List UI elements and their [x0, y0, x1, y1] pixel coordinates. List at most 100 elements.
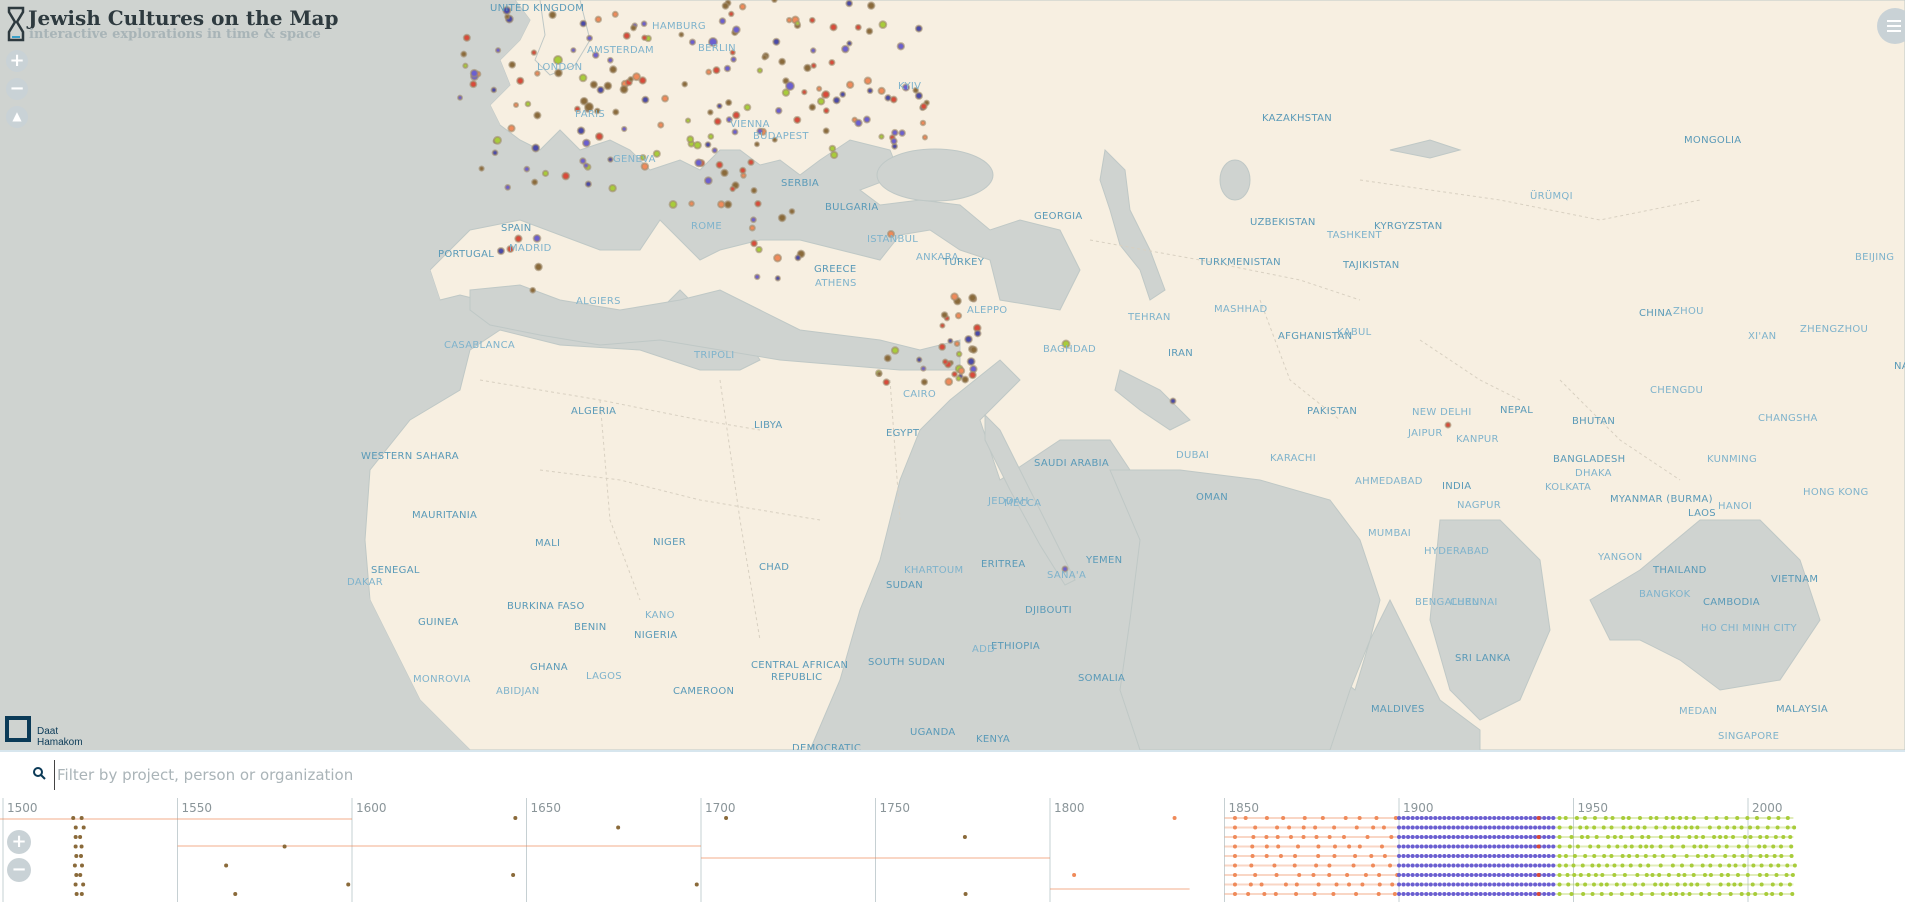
map-marker[interactable]	[966, 357, 976, 366]
timeline-event[interactable]	[1446, 844, 1451, 849]
timeline-event[interactable]	[1428, 835, 1433, 839]
timeline-event[interactable]	[1628, 825, 1633, 830]
timeline-event[interactable]	[1465, 854, 1470, 858]
map-marker[interactable]	[713, 117, 722, 126]
timeline-event[interactable]	[1419, 882, 1424, 887]
timeline-event[interactable]	[1658, 835, 1663, 839]
timeline-event[interactable]	[1487, 816, 1492, 820]
timeline-event[interactable]	[1483, 882, 1488, 887]
timeline-event[interactable]	[1787, 882, 1792, 887]
timeline-event[interactable]	[1410, 873, 1415, 877]
timeline-event[interactable]	[1698, 844, 1703, 849]
timeline-event[interactable]	[1683, 825, 1688, 830]
timeline-event[interactable]	[1755, 825, 1760, 830]
timeline-event[interactable]	[1492, 882, 1497, 887]
timeline-event[interactable]	[1451, 873, 1456, 877]
timeline-span[interactable]	[1556, 883, 1794, 886]
timeline-event[interactable]	[1684, 816, 1689, 820]
timeline-event[interactable]	[1621, 816, 1626, 820]
timeline-event[interactable]	[73, 825, 78, 830]
timeline-event[interactable]	[1332, 825, 1337, 830]
timeline-event[interactable]	[1542, 863, 1547, 868]
timeline-event[interactable]	[81, 825, 86, 830]
map-marker[interactable]	[761, 54, 768, 61]
timeline-event[interactable]	[1433, 835, 1438, 839]
timeline-event[interactable]	[1343, 816, 1348, 820]
map-marker[interactable]	[681, 80, 689, 88]
timeline-event[interactable]	[1492, 892, 1497, 896]
timeline-event[interactable]	[1585, 835, 1590, 839]
map-marker[interactable]	[496, 246, 506, 256]
map-marker[interactable]	[721, 1, 730, 10]
timeline-event[interactable]	[1528, 844, 1533, 849]
timeline-event[interactable]	[1746, 892, 1751, 896]
timeline-event[interactable]	[1253, 825, 1258, 830]
timeline-event[interactable]	[1701, 835, 1706, 839]
timeline-event[interactable]	[1478, 882, 1483, 887]
timeline-event[interactable]	[1557, 844, 1562, 849]
timeline-event[interactable]	[1583, 854, 1588, 858]
timeline-event[interactable]	[1599, 892, 1604, 896]
map-marker[interactable]	[715, 160, 724, 169]
timeline-span[interactable]	[177, 845, 702, 847]
map-marker[interactable]	[955, 350, 963, 358]
timeline-event[interactable]	[1536, 844, 1541, 849]
timeline-event[interactable]	[1397, 863, 1401, 868]
timeline-event[interactable]	[1716, 844, 1721, 849]
timeline-event[interactable]	[1675, 882, 1680, 887]
timeline-event[interactable]	[1745, 816, 1750, 820]
timeline-event[interactable]	[1578, 825, 1583, 830]
timeline-event[interactable]	[1524, 816, 1529, 820]
timeline-event[interactable]	[1478, 863, 1483, 868]
timeline-event[interactable]	[1496, 882, 1501, 887]
timeline-event[interactable]	[1232, 854, 1237, 858]
timeline-event[interactable]	[1542, 835, 1547, 839]
timeline-event[interactable]	[1487, 835, 1492, 839]
timeline-event[interactable]	[1419, 892, 1424, 896]
timeline-event[interactable]	[1397, 816, 1401, 820]
timeline-event[interactable]	[1410, 882, 1415, 887]
timeline-event[interactable]	[1320, 816, 1325, 820]
timeline-event[interactable]	[1586, 873, 1591, 877]
timeline-event[interactable]	[1789, 844, 1794, 849]
map-marker[interactable]	[750, 216, 757, 224]
timeline-event[interactable]	[1546, 882, 1551, 887]
timeline-event[interactable]	[1603, 816, 1608, 820]
timeline-event[interactable]	[1740, 854, 1745, 858]
timeline-event[interactable]	[1243, 816, 1248, 820]
timeline-event[interactable]	[1401, 854, 1406, 858]
map-marker[interactable]	[891, 128, 899, 137]
timeline-event[interactable]	[1646, 863, 1651, 868]
timeline-event[interactable]	[1745, 873, 1750, 877]
timeline-event[interactable]	[1465, 892, 1470, 896]
map-marker[interactable]	[747, 158, 755, 166]
timeline-event[interactable]	[1619, 892, 1624, 896]
map-marker[interactable]	[716, 102, 723, 110]
timeline-event[interactable]	[1354, 825, 1359, 830]
timeline-event[interactable]	[1635, 873, 1640, 877]
timeline-event[interactable]	[1446, 835, 1451, 839]
map-marker[interactable]	[973, 329, 982, 338]
timeline-event[interactable]	[1415, 882, 1420, 887]
timeline-event[interactable]	[1374, 816, 1379, 820]
map-marker[interactable]	[469, 68, 479, 78]
timeline-event[interactable]	[1446, 854, 1451, 858]
timeline-event[interactable]	[1505, 844, 1510, 849]
timeline-event[interactable]	[1465, 873, 1470, 877]
map-marker[interactable]	[678, 31, 685, 38]
timeline-event[interactable]	[1533, 882, 1538, 887]
timeline-event[interactable]	[1433, 844, 1438, 849]
map-marker[interactable]	[711, 147, 718, 154]
timeline-event[interactable]	[1072, 873, 1077, 877]
map-marker[interactable]	[507, 124, 516, 133]
timeline-event[interactable]	[1505, 873, 1510, 877]
map-marker[interactable]	[705, 68, 713, 76]
timeline-event[interactable]	[1519, 863, 1524, 868]
timeline-event[interactable]	[1673, 892, 1678, 896]
timeline-event[interactable]	[1437, 892, 1442, 896]
timeline-event[interactable]	[1232, 882, 1237, 887]
timeline-event[interactable]	[1313, 825, 1318, 830]
timeline-event[interactable]	[1687, 892, 1692, 896]
timeline-event[interactable]	[1496, 854, 1501, 858]
timeline-event[interactable]	[1666, 873, 1671, 877]
